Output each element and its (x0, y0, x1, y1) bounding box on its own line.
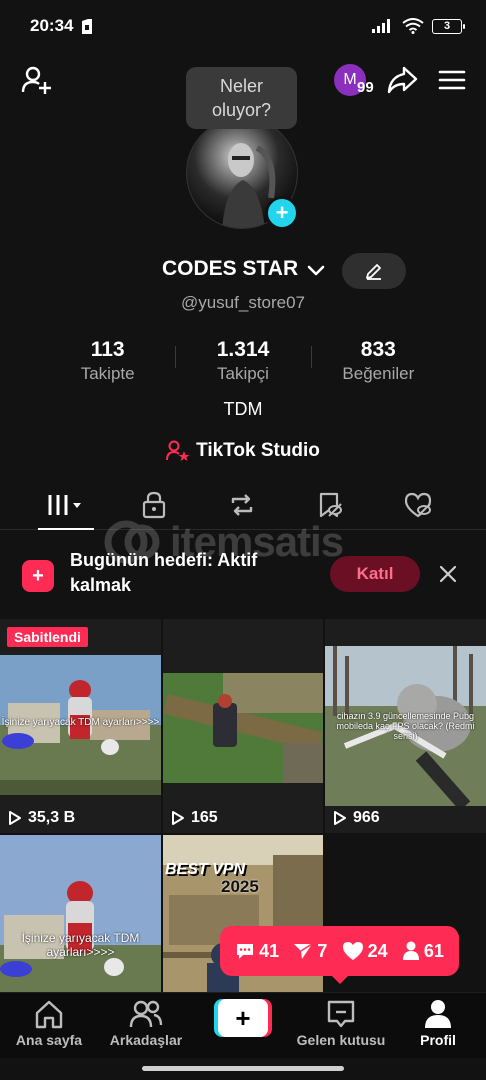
studio-label: TikTok Studio (196, 440, 320, 461)
whats-new-tooltip[interactable]: Neler oluyor? (186, 67, 297, 129)
heart-icon (342, 942, 363, 960)
add-user-icon (21, 66, 51, 94)
inbox-icon (327, 1000, 355, 1028)
username: @yusuf_store07 (180, 293, 306, 312)
video-thumbnail[interactable]: 165 (163, 619, 323, 833)
view-count: 165 (171, 809, 218, 827)
profile-stats: 113 Takipte 1.314 Takipçi 833 Beğeniler (40, 338, 446, 388)
sim-icon (82, 18, 93, 34)
create-button[interactable]: + (214, 999, 272, 1037)
grid-icon (48, 495, 81, 515)
tab-liked[interactable] (390, 482, 446, 528)
activity-likes: 24 (342, 941, 388, 962)
video-thumbnail[interactable]: İşinize yarıyacak TDM ayarları>>>> (0, 835, 161, 992)
activity-shares: 7 (293, 941, 327, 962)
profile-avatar[interactable]: + (186, 117, 299, 230)
nav-home[interactable]: Ana sayfa (10, 999, 88, 1055)
view-count: 35,3 B (8, 809, 75, 827)
play-icon (9, 811, 21, 825)
stat-following[interactable]: 113 Takipte (40, 338, 175, 388)
wifi-icon (402, 18, 424, 34)
activity-comments: 41 (235, 941, 279, 962)
close-icon[interactable] (436, 562, 460, 586)
play-icon (172, 811, 184, 825)
edit-profile-button[interactable] (342, 253, 406, 289)
view-count: 966 (333, 809, 380, 827)
person-icon (402, 941, 419, 960)
share-profile-button[interactable] (382, 60, 422, 100)
nav-inbox[interactable]: Gelen kutusu (294, 999, 388, 1055)
video-thumbnail[interactable]: İşinize yarıyacak TDM ayarları>>>> Sabit… (0, 619, 161, 833)
battery-icon: 3 (432, 18, 465, 34)
send-icon (294, 943, 313, 959)
chevron-down-icon[interactable] (305, 259, 327, 281)
pinned-badge: Sabitlendi (7, 627, 88, 647)
home-icon (35, 1000, 63, 1029)
stat-likes[interactable]: 833 Beğeniler (310, 338, 446, 388)
stat-followers[interactable]: 1.314 Takipçi (175, 338, 310, 388)
video-thumbnail[interactable]: cihazın 3.9 güncellemesinde Pubg mobiled… (325, 619, 486, 833)
studio-icon (166, 440, 190, 461)
comment-icon (237, 944, 254, 959)
goal-plus-icon: + (22, 560, 54, 592)
bottom-nav: Ana sayfa Arkadaşlar + Gelen kutusu Prof… (0, 992, 486, 1058)
hamburger-icon (438, 70, 466, 90)
daily-goal-banner: + Bugünün hedefi: Aktif kalmak Katıl (0, 546, 486, 606)
tiktok-studio-link[interactable]: TikTok Studio (0, 440, 486, 462)
display-name[interactable]: CODES STAR (162, 257, 298, 281)
battery-level: 3 (443, 20, 451, 32)
heart-hidden-icon (404, 492, 432, 518)
friends-icon (129, 1000, 163, 1028)
add-friend-button[interactable] (16, 60, 56, 100)
tab-videos[interactable] (38, 482, 94, 530)
profile-icon (425, 1000, 451, 1028)
join-button[interactable]: Katıl (330, 556, 420, 592)
activity-bubble[interactable]: 41 7 24 61 (220, 926, 459, 984)
goal-text: Bugünün hedefi: Aktif kalmak (70, 550, 258, 595)
activity-followers: 61 (402, 941, 444, 962)
bio-text: TDM (223, 399, 263, 419)
pencil-icon (366, 264, 381, 280)
add-story-button[interactable]: + (265, 196, 299, 230)
notification-count: 99 (357, 79, 374, 96)
play-icon (334, 811, 346, 825)
menu-button[interactable] (432, 60, 472, 100)
name-row: CODES STAR (0, 253, 486, 289)
home-indicator (142, 1066, 344, 1071)
nav-friends[interactable]: Arkadaşlar (106, 999, 186, 1055)
nav-profile[interactable]: Profil (412, 999, 464, 1055)
plus-icon: + (218, 999, 268, 1037)
signal-icon (372, 19, 390, 33)
status-bar: 20:34 3 (0, 0, 486, 52)
status-time: 20:34 (30, 16, 74, 35)
share-icon (387, 66, 418, 94)
